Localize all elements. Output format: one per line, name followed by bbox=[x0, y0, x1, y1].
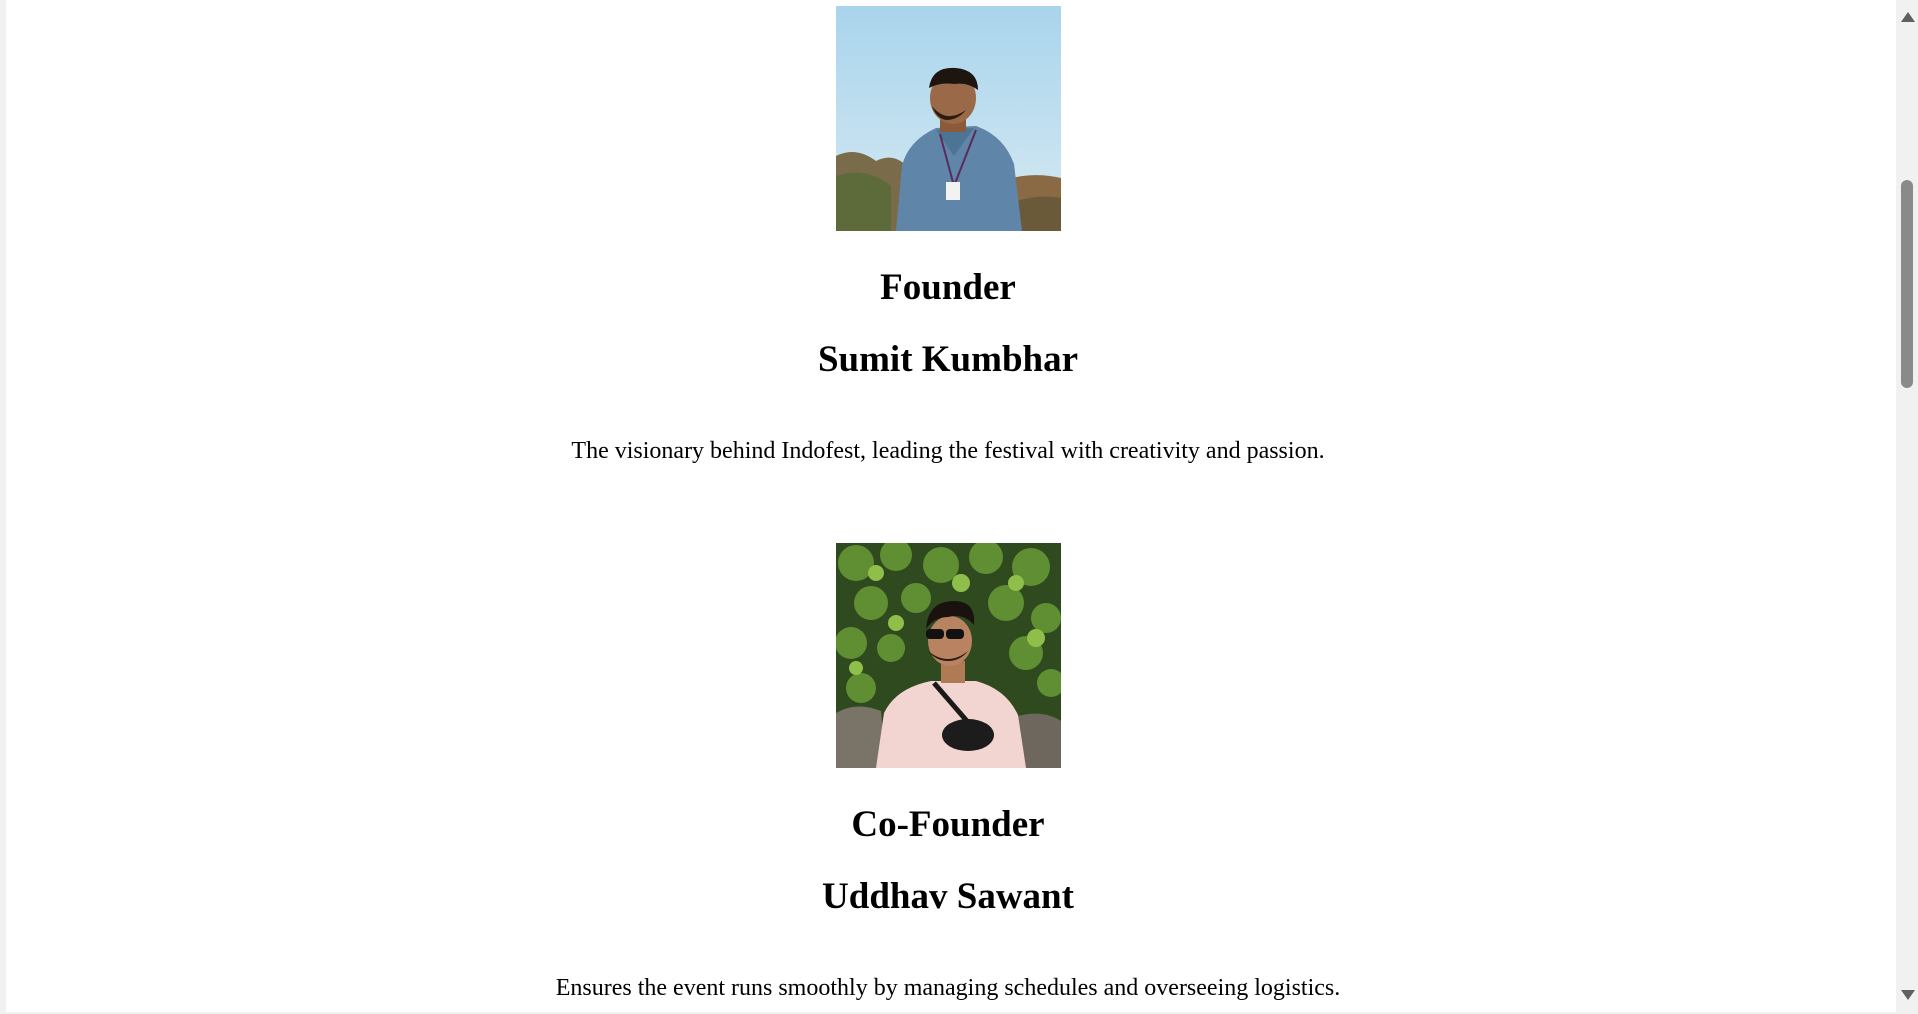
co-founder-photo bbox=[835, 543, 1061, 768]
scrollbar-thumb[interactable] bbox=[1901, 180, 1913, 388]
page-viewport: Founder Sumit Kumbhar The visionary behi… bbox=[6, 0, 1897, 1012]
member-description: Ensures the event runs smoothly by manag… bbox=[555, 975, 1341, 1001]
member-name: Sumit Kumbhar bbox=[817, 339, 1079, 380]
team-member-founder: Founder Sumit Kumbhar The visionary behi… bbox=[6, 6, 1890, 466]
member-description: The visionary behind Indofest, leading t… bbox=[571, 438, 1325, 464]
member-role: Founder bbox=[880, 267, 1016, 308]
team-member-co-founder: Co-Founder Uddhav Sawant Ensures the eve… bbox=[6, 543, 1890, 1003]
founder-photo bbox=[835, 6, 1061, 231]
scroll-down-arrow-icon[interactable] bbox=[1901, 990, 1915, 1000]
member-name: Uddhav Sawant bbox=[822, 876, 1074, 917]
member-role: Co-Founder bbox=[851, 804, 1045, 845]
vertical-scrollbar[interactable] bbox=[1896, 0, 1918, 1014]
scroll-up-arrow-icon[interactable] bbox=[1901, 12, 1915, 22]
